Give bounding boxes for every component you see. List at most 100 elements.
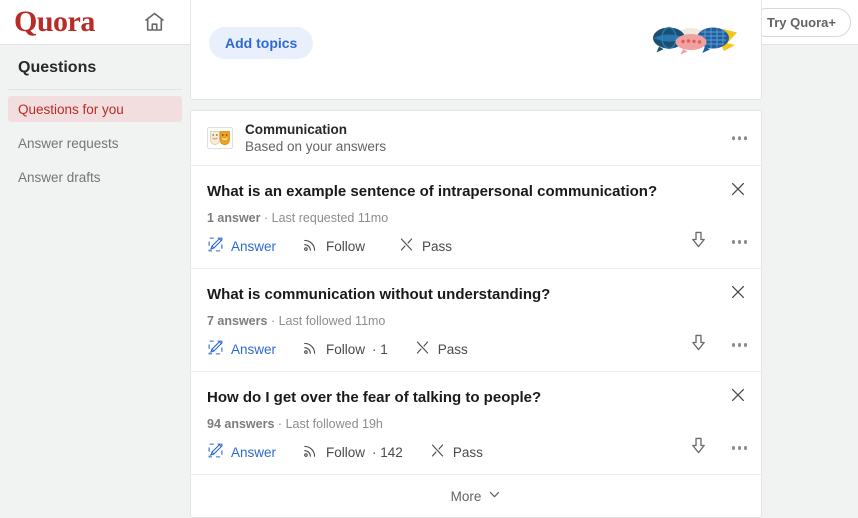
- meta-separator: ·: [264, 211, 268, 225]
- close-icon[interactable]: [729, 386, 747, 404]
- sidebar-item-answer-drafts[interactable]: Answer drafts: [8, 164, 182, 190]
- more-button[interactable]: More: [191, 475, 761, 517]
- topic-card-communication: Communication Based on your answers What…: [190, 110, 762, 518]
- topic-card-text-group: Communication Based on your answers: [245, 122, 386, 155]
- follow-count: · 142: [372, 445, 403, 460]
- question-actions: Answer Follow · 142: [207, 442, 745, 462]
- answer-button[interactable]: Answer: [207, 339, 276, 359]
- downvote-arrow-icon[interactable]: [689, 230, 708, 254]
- dot: [744, 343, 748, 347]
- pass-cross-icon: [414, 339, 431, 359]
- question-right-actions: [689, 333, 748, 357]
- answer-pencil-icon: [207, 236, 224, 256]
- pass-label: Pass: [422, 239, 452, 254]
- last-activity: Last followed 19h: [286, 417, 383, 431]
- speech-bubbles-illustration: [645, 25, 741, 64]
- nav-home[interactable]: [125, 0, 185, 45]
- follow-label: Follow: [326, 445, 365, 460]
- follow-label: Follow: [326, 239, 365, 254]
- follow-button[interactable]: Follow · 142: [302, 442, 403, 462]
- question-row: What is communication without understand…: [191, 269, 761, 372]
- more-label: More: [451, 489, 482, 504]
- topic-title[interactable]: Communication: [245, 122, 386, 138]
- follow-button[interactable]: Follow: [302, 236, 372, 256]
- answer-pencil-icon: [207, 339, 224, 359]
- close-icon[interactable]: [729, 180, 747, 198]
- dot: [738, 446, 742, 450]
- more-options-icon[interactable]: [732, 136, 748, 140]
- answer-button[interactable]: Answer: [207, 236, 276, 256]
- question-title[interactable]: What is an example sentence of intrapers…: [207, 182, 745, 202]
- sidebar-item-questions-for-you[interactable]: Questions for you: [8, 96, 182, 122]
- home-icon: [142, 10, 167, 34]
- pass-button[interactable]: Pass: [414, 339, 468, 359]
- sidebar-item-label: Questions for you: [18, 102, 124, 117]
- meta-separator: ·: [278, 417, 282, 431]
- answer-button[interactable]: Answer: [207, 442, 276, 462]
- sidebar-title: Questions: [0, 59, 190, 77]
- dot: [732, 136, 736, 140]
- follow-count: · 1: [372, 342, 388, 357]
- downvote-arrow-icon[interactable]: [689, 333, 708, 357]
- answer-pencil-icon: [207, 442, 224, 462]
- meta-separator: ·: [271, 314, 275, 328]
- more-options-icon[interactable]: [732, 343, 748, 347]
- pass-cross-icon: [429, 442, 446, 462]
- pass-label: Pass: [453, 445, 483, 460]
- answer-count: 1 answer: [207, 211, 261, 225]
- dot: [744, 240, 748, 244]
- close-icon[interactable]: [729, 283, 747, 301]
- question-right-actions: [689, 230, 748, 254]
- dot: [732, 446, 736, 450]
- chevron-down-icon: [488, 488, 501, 504]
- dot: [744, 136, 748, 140]
- comedy-masks-icon: [207, 127, 233, 149]
- question-actions: Answer Follow · 1: [207, 339, 745, 359]
- topic-subtitle: Based on your answers: [245, 138, 386, 155]
- answer-label: Answer: [231, 239, 276, 254]
- dot: [744, 446, 748, 450]
- follow-button[interactable]: Follow · 1: [302, 339, 388, 359]
- pass-button[interactable]: Pass: [429, 442, 483, 462]
- sidebar-item-label: Answer requests: [18, 136, 119, 151]
- question-row: How do I get over the fear of talking to…: [191, 372, 761, 475]
- more-options-icon[interactable]: [732, 240, 748, 244]
- dot: [732, 343, 736, 347]
- question-meta: 7 answers · Last followed 11mo: [207, 314, 745, 328]
- follow-label: Follow: [326, 342, 365, 357]
- pass-label: Pass: [438, 342, 468, 357]
- answer-count: 94 answers: [207, 417, 274, 431]
- answer-label: Answer: [231, 342, 276, 357]
- downvote-arrow-icon[interactable]: [689, 436, 708, 460]
- sidebar-item-answer-requests[interactable]: Answer requests: [8, 130, 182, 156]
- question-right-actions: [689, 436, 748, 460]
- dot: [732, 240, 736, 244]
- add-topics-card: Add topics: [190, 0, 762, 100]
- question-actions: Answer Follow: [207, 236, 745, 256]
- add-topics-button[interactable]: Add topics: [209, 27, 313, 59]
- last-activity: Last requested 11mo: [272, 211, 389, 225]
- dot: [738, 343, 742, 347]
- question-title[interactable]: How do I get over the fear of talking to…: [207, 388, 745, 408]
- dot: [738, 136, 742, 140]
- try-quora-plus-button[interactable]: Try Quora+: [752, 8, 851, 37]
- last-activity: Last followed 11mo: [279, 314, 386, 328]
- more-options-icon[interactable]: [732, 446, 748, 450]
- follow-rss-icon: [302, 442, 319, 462]
- sidebar-divider: [8, 89, 182, 90]
- question-row: What is an example sentence of intrapers…: [191, 166, 761, 269]
- topic-card-header: Communication Based on your answers: [191, 111, 761, 166]
- pass-cross-icon: [398, 236, 415, 256]
- pass-button[interactable]: Pass: [398, 236, 452, 256]
- answer-label: Answer: [231, 445, 276, 460]
- follow-rss-icon: [302, 236, 319, 256]
- question-meta: 94 answers · Last followed 19h: [207, 417, 745, 431]
- quora-logo[interactable]: Quora: [14, 7, 95, 37]
- answer-count: 7 answers: [207, 314, 267, 328]
- sidebar-item-label: Answer drafts: [18, 170, 101, 185]
- question-meta: 1 answer · Last requested 11mo: [207, 211, 745, 225]
- dot: [738, 240, 742, 244]
- question-title[interactable]: What is communication without understand…: [207, 285, 745, 305]
- follow-rss-icon: [302, 339, 319, 359]
- sidebar: Questions Questions for you Answer reque…: [0, 45, 190, 516]
